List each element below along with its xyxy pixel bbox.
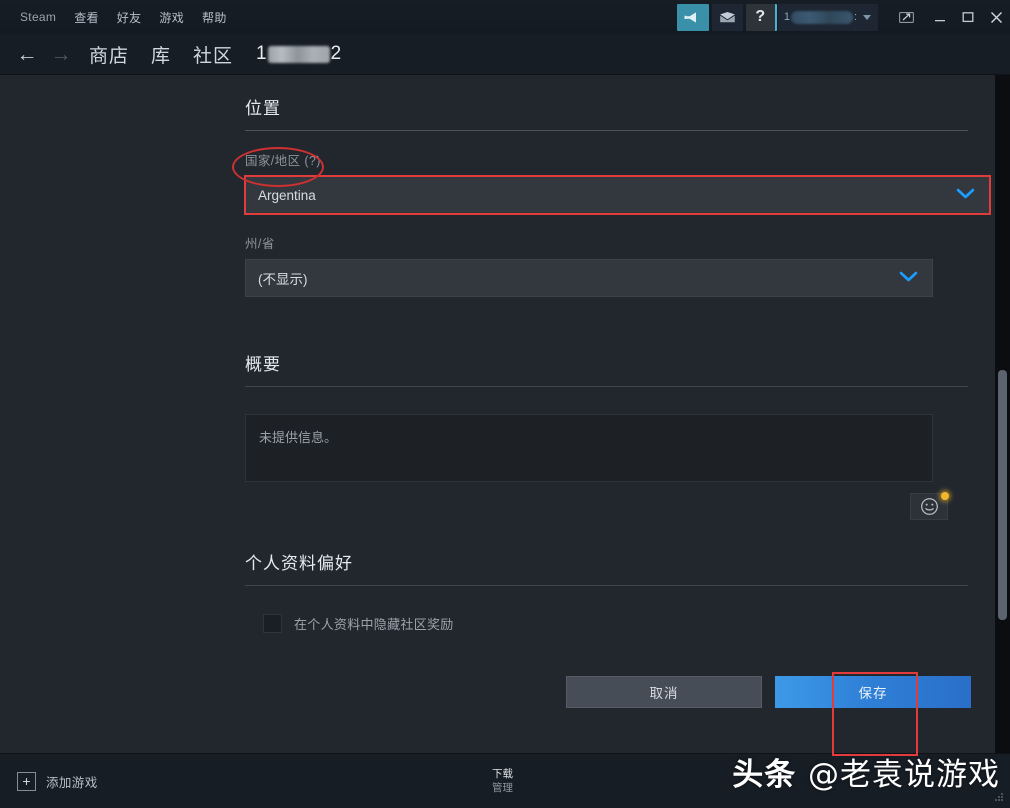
help-button[interactable]: ? (746, 4, 777, 31)
nav-link-username[interactable]: 12 (244, 43, 341, 65)
broadcast-megaphone-icon (684, 11, 701, 24)
account-name-suffix: : (854, 11, 857, 23)
resize-grip[interactable] (995, 793, 1004, 802)
nav-link-library[interactable]: 库 (140, 41, 182, 68)
menu-item-help[interactable]: 帮助 (193, 5, 236, 30)
menu-item-friends[interactable]: 好友 (108, 5, 151, 30)
account-menu[interactable]: 1: (778, 4, 878, 31)
preferences-section-heading: 个人资料偏好 (245, 520, 990, 574)
nav-back-button[interactable]: ← (10, 37, 44, 71)
chevron-down-icon (863, 15, 871, 20)
state-field-label: 州/省 (245, 233, 990, 252)
downloads-subtitle: 管理 (492, 781, 513, 795)
expand-window-button[interactable] (892, 0, 920, 34)
nav-link-community[interactable]: 社区 (182, 41, 244, 68)
close-icon (990, 11, 1003, 24)
page-scrollbar[interactable] (995, 75, 1010, 753)
navigation-bar: ← → 商店 库 社区 12 (0, 34, 1010, 75)
close-button[interactable] (982, 0, 1010, 34)
minimize-button[interactable] (926, 0, 954, 34)
content-area: 位置 国家/地区 (?) Argentina 州/省 (不显示) (0, 75, 1010, 753)
hide-community-rewards-row[interactable]: 在个人资料中隐藏社区奖励 (245, 614, 990, 633)
emoji-picker-button[interactable] (910, 493, 948, 520)
account-name-redaction (791, 11, 853, 24)
summary-textarea[interactable]: 未提供信息。 (245, 414, 933, 482)
smiley-face-icon (920, 497, 939, 516)
hide-community-rewards-label: 在个人资料中隐藏社区奖励 (294, 614, 454, 633)
plus-icon: + (17, 772, 36, 791)
profile-form: 位置 国家/地区 (?) Argentina 州/省 (不显示) (245, 75, 990, 708)
nav-username-redaction (268, 46, 330, 63)
title-bar-right-cluster: ? 1: (674, 0, 1010, 34)
title-bar: Steam 查看 好友 游戏 帮助 ? (0, 0, 1010, 34)
menu-item-games[interactable]: 游戏 (150, 5, 193, 30)
summary-textarea-value: 未提供信息。 (259, 430, 337, 445)
menu-item-view[interactable]: 查看 (65, 5, 108, 30)
save-button[interactable]: 保存 (775, 676, 971, 708)
preferences-section-divider (245, 585, 968, 586)
scrollbar-thumb[interactable] (998, 370, 1007, 620)
maximize-button[interactable] (954, 0, 982, 34)
account-name-prefix: 1 (784, 11, 790, 23)
summary-section-divider (245, 386, 968, 387)
downloads-title: 下载 (492, 767, 513, 781)
chevron-down-icon (899, 271, 918, 286)
watermark: 头条 @老袁说游戏 (732, 749, 1000, 794)
form-actions: 取消 保存 (245, 676, 971, 708)
minimize-icon (934, 11, 946, 23)
nav-username-suffix: 2 (331, 43, 342, 65)
mail-envelope-icon (719, 11, 736, 24)
main-menu-strip: Steam 查看 好友 游戏 帮助 (0, 5, 236, 30)
steam-client-window: Steam 查看 好友 游戏 帮助 ? (0, 0, 1010, 808)
hide-community-rewards-checkbox[interactable] (263, 614, 282, 633)
cancel-button[interactable]: 取消 (566, 676, 762, 708)
nav-link-store[interactable]: 商店 (78, 41, 140, 68)
account-name: 1: (784, 11, 857, 24)
emoji-notification-dot (941, 492, 949, 500)
help-question-icon: ? (755, 9, 765, 25)
downloads-status[interactable]: 下载 管理 (492, 767, 513, 795)
messages-button[interactable] (712, 4, 743, 31)
country-field-label: 国家/地区 (?) (245, 150, 990, 169)
summary-section-heading: 概要 (245, 297, 990, 375)
state-select-value: (不显示) (258, 268, 308, 288)
profile-edit-page: 位置 国家/地区 (?) Argentina 州/省 (不显示) (0, 75, 995, 753)
menu-item-steam[interactable]: Steam (11, 6, 65, 28)
maximize-icon (962, 11, 974, 23)
state-select[interactable]: (不显示) (245, 259, 933, 297)
watermark-handle: @老袁说游戏 (808, 757, 1000, 793)
expand-icon (899, 11, 914, 24)
country-select-value: Argentina (258, 188, 316, 203)
country-select[interactable]: Argentina (245, 176, 990, 214)
watermark-brand: 头条 (732, 757, 796, 793)
location-section-heading: 位置 (245, 75, 990, 119)
add-game-label: 添加游戏 (46, 772, 98, 791)
chevron-down-icon (956, 188, 975, 203)
emoji-toolbar (245, 493, 948, 520)
location-section-divider (245, 130, 968, 131)
add-game-button[interactable]: + 添加游戏 (0, 772, 98, 791)
nav-username-prefix: 1 (256, 43, 267, 65)
nav-forward-button[interactable]: → (44, 37, 78, 71)
broadcast-button[interactable] (677, 4, 709, 31)
